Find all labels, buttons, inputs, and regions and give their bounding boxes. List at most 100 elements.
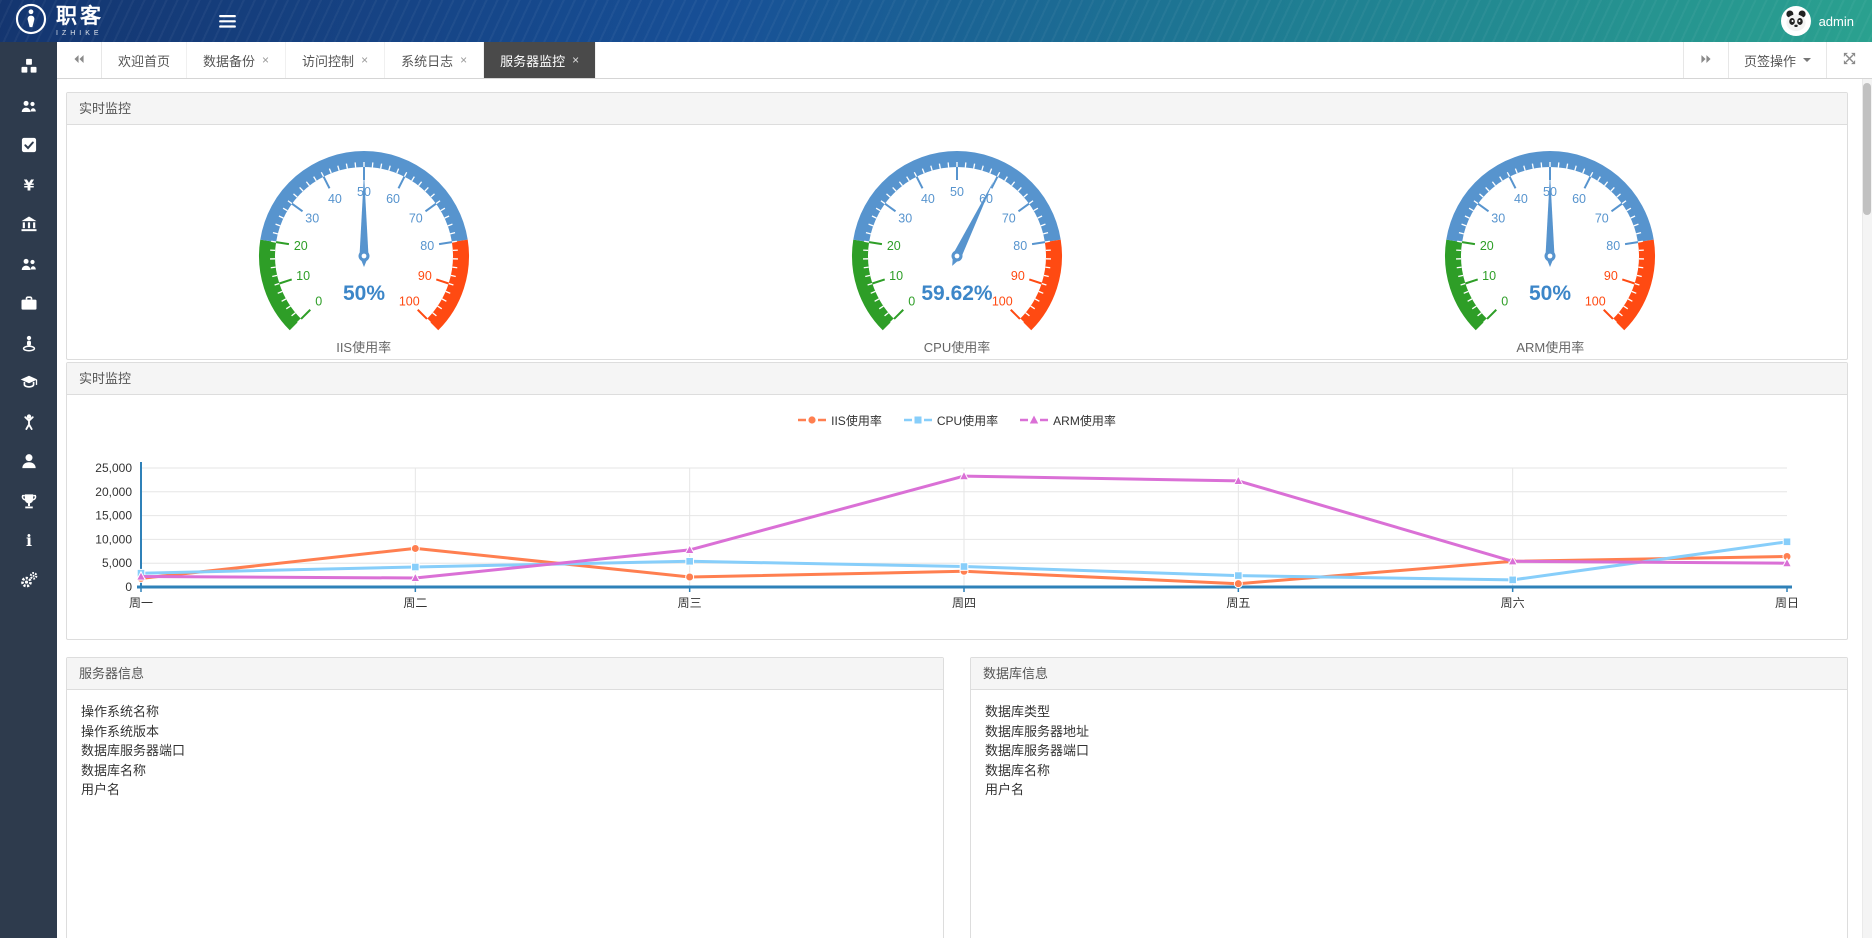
legend-item-1[interactable]: CPU使用率 (904, 412, 998, 429)
sidebar-item-4[interactable] (0, 207, 57, 247)
sidebar-item-11[interactable] (0, 484, 57, 524)
list-item: 数据库名称 (81, 761, 929, 781)
svg-text:i: i (25, 531, 31, 550)
svg-text:70: 70 (408, 211, 422, 225)
svg-text:90: 90 (418, 269, 432, 283)
svg-text:0: 0 (908, 294, 915, 308)
tab-0[interactable]: 欢迎首页 (102, 42, 187, 78)
graduation-cap-icon (19, 372, 39, 397)
svg-text:80: 80 (420, 239, 434, 253)
gauges-panel-title: 实时监控 (67, 93, 1847, 125)
y-tick-label: 20,000 (95, 485, 132, 499)
sidebar-item-0[interactable] (0, 49, 57, 89)
gauge-value: 50% (1529, 282, 1571, 305)
tab-2[interactable]: 访问控制 × (286, 42, 385, 78)
team-icon (19, 254, 39, 279)
sidebar-item-1[interactable] (0, 89, 57, 129)
circle-marker-icon (798, 414, 826, 426)
sidebar-item-8[interactable] (0, 365, 57, 405)
list-item: 用户名 (985, 780, 1833, 800)
sidebar-item-7[interactable] (0, 326, 57, 366)
fullscreen-button[interactable] (1826, 42, 1872, 78)
tab-label: 欢迎首页 (118, 51, 170, 70)
database-info-title: 数据库信息 (971, 658, 1847, 690)
vertical-scrollbar-track[interactable] (1862, 79, 1872, 938)
svg-text:0: 0 (315, 294, 322, 308)
gauge-label: IIS使用率 (67, 337, 660, 356)
close-icon[interactable]: × (572, 53, 579, 67)
tab-label: 访问控制 (302, 51, 354, 70)
close-icon[interactable]: × (460, 53, 467, 67)
data-point (1235, 572, 1243, 580)
x-tick-label: 周日 (1775, 596, 1799, 608)
line-chart: 05,00010,00015,00020,00025,000周一周二周三周四周五… (67, 442, 1847, 608)
vertical-scrollbar-thumb[interactable] (1863, 83, 1871, 215)
cubes-icon (19, 56, 39, 81)
svg-text:80: 80 (1607, 239, 1621, 253)
svg-text:20: 20 (1480, 239, 1494, 253)
backward-icon (72, 52, 86, 69)
top-navbar: 职客 IZHIKE admin (0, 0, 1872, 42)
hamburger-icon[interactable] (219, 15, 236, 28)
tab-3[interactable]: 系统日志 × (385, 42, 484, 78)
tabs-forward-button[interactable] (1683, 42, 1728, 78)
svg-text:¥: ¥ (23, 176, 34, 194)
trophy-icon (19, 491, 39, 516)
realtime-gauges-panel: 实时监控 010203040506070809010050%IIS使用率0102… (66, 92, 1848, 360)
legend-label: ARM使用率 (1053, 412, 1116, 429)
data-point (1783, 538, 1791, 546)
sidebar-item-6[interactable] (0, 286, 57, 326)
gauge-1: 010203040506070809010059.62%CPU使用率 (660, 125, 1253, 356)
tab-label: 系统日志 (401, 51, 453, 70)
svg-text:70: 70 (1595, 211, 1609, 225)
brand-logo[interactable]: 职客 IZHIKE (0, 2, 205, 41)
x-tick-label: 周三 (678, 596, 702, 608)
panda-avatar (1781, 6, 1811, 36)
gears-icon (19, 570, 39, 595)
sidebar-item-3[interactable]: ¥ (0, 168, 57, 208)
legend-item-0[interactable]: IIS使用率 (798, 412, 882, 429)
sidebar-item-5[interactable] (0, 247, 57, 287)
street-view-icon (19, 333, 39, 358)
svg-text:100: 100 (1585, 294, 1606, 308)
gauge-value: 59.62% (921, 282, 993, 305)
bank-icon (19, 214, 39, 239)
close-icon[interactable]: × (361, 53, 368, 67)
list-item: 数据库服务器端口 (81, 741, 929, 761)
svg-text:10: 10 (296, 269, 310, 283)
sidebar-item-10[interactable] (0, 444, 57, 484)
legend-label: IIS使用率 (831, 412, 882, 429)
tab-1[interactable]: 数据备份× (187, 42, 286, 78)
tab-4[interactable]: 服务器监控× (484, 42, 596, 78)
realtime-chart-panel: 实时监控 IIS使用率CPU使用率ARM使用率 05,00010,00015,0… (66, 362, 1848, 640)
sidebar-item-9[interactable] (0, 405, 57, 445)
data-point (411, 544, 419, 552)
list-item: 数据库类型 (985, 702, 1833, 722)
svg-text:30: 30 (1492, 211, 1506, 225)
briefcase-icon (19, 293, 39, 318)
list-item: 用户名 (81, 780, 929, 800)
username-label: admin (1819, 14, 1854, 29)
brand-logo-icon (14, 2, 48, 41)
svg-text:30: 30 (898, 211, 912, 225)
close-icon[interactable]: × (262, 53, 269, 67)
legend-item-2[interactable]: ARM使用率 (1020, 412, 1116, 429)
sidebar-item-13[interactable] (0, 563, 57, 603)
tab-operations-label: 页签操作 (1744, 51, 1796, 70)
sidebar-item-2[interactable] (0, 128, 57, 168)
sidebar-item-12[interactable]: i (0, 523, 57, 563)
tabs-backward-button[interactable] (57, 42, 102, 78)
tab-operations-dropdown[interactable]: 页签操作 (1728, 42, 1826, 78)
svg-text:90: 90 (1604, 269, 1618, 283)
svg-text:10: 10 (1482, 269, 1496, 283)
svg-text:80: 80 (1013, 239, 1027, 253)
data-point (1509, 576, 1517, 584)
x-tick-label: 周五 (1226, 596, 1250, 608)
gauge-label: CPU使用率 (660, 337, 1253, 356)
list-item: 数据库服务器端口 (985, 741, 1833, 761)
server-info-title: 服务器信息 (67, 658, 943, 690)
user-menu[interactable]: admin (1781, 6, 1854, 36)
svg-text:20: 20 (293, 239, 307, 253)
main-content: 实时监控 010203040506070809010050%IIS使用率0102… (57, 79, 1872, 938)
data-point (1234, 580, 1242, 588)
